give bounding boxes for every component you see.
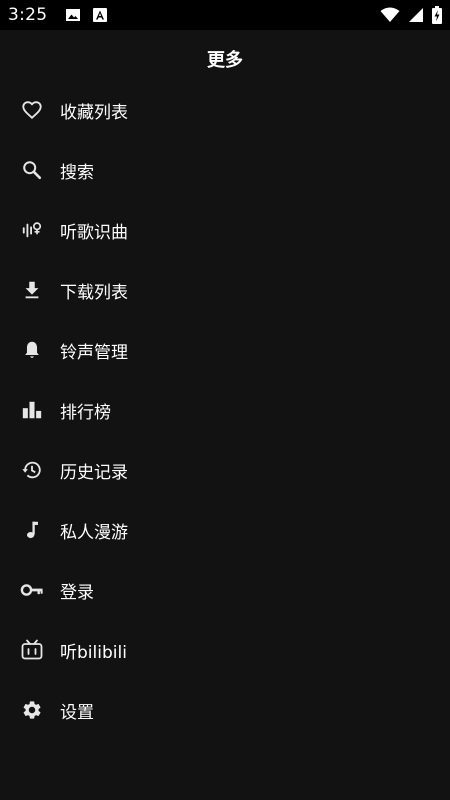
- battery-charging-icon: [432, 6, 442, 24]
- menu-item-favorites[interactable]: 收藏列表: [0, 80, 450, 140]
- status-left-icons: [65, 7, 108, 23]
- music-note-icon: [20, 518, 44, 542]
- menu-item-label: 历史记录: [60, 462, 128, 483]
- search-icon: [20, 158, 44, 182]
- menu-item-label: 听歌识曲: [60, 222, 128, 243]
- gear-icon: [20, 698, 44, 722]
- menu-item-label: 收藏列表: [60, 102, 128, 123]
- status-time: 3:25: [8, 5, 48, 25]
- menu-item-label: 下载列表: [60, 282, 128, 303]
- menu-item-search[interactable]: 搜索: [0, 140, 450, 200]
- a-badge-icon: [93, 8, 108, 22]
- signal-icon: [408, 7, 424, 23]
- menu-item-music-recognition[interactable]: 听歌识曲: [0, 200, 450, 260]
- menu-item-ringtones[interactable]: 铃声管理: [0, 320, 450, 380]
- more-menu: 收藏列表 搜索 听歌识曲 下载列表 铃声管理 排行榜 历史记录 私人漫游 登录 …: [0, 80, 450, 740]
- wifi-icon: [380, 7, 400, 23]
- menu-item-settings[interactable]: 设置: [0, 680, 450, 740]
- image-icon: [65, 7, 81, 23]
- status-right-icons: [380, 6, 442, 24]
- bilibili-tv-icon: [20, 638, 44, 662]
- download-icon: [20, 278, 44, 302]
- key-icon: [20, 578, 44, 602]
- menu-item-downloads[interactable]: 下载列表: [0, 260, 450, 320]
- menu-item-history[interactable]: 历史记录: [0, 440, 450, 500]
- menu-item-bilibili[interactable]: 听bilibili: [0, 620, 450, 680]
- menu-item-label: 搜索: [60, 162, 94, 183]
- menu-item-label: 排行榜: [60, 402, 111, 423]
- menu-item-label: 登录: [60, 582, 94, 603]
- menu-item-label: 铃声管理: [60, 342, 128, 363]
- history-icon: [20, 458, 44, 482]
- bell-icon: [20, 338, 44, 362]
- more-page: 更多 收藏列表 搜索 听歌识曲 下载列表 铃声管理 排行榜 历史记录 私人漫游 …: [0, 30, 450, 800]
- menu-item-label: 私人漫游: [60, 522, 128, 543]
- status-bar: 3:25: [0, 0, 450, 30]
- menu-item-label: 设置: [60, 702, 94, 723]
- heart-icon: [20, 98, 44, 122]
- page-title: 更多: [207, 50, 243, 71]
- menu-item-charts[interactable]: 排行榜: [0, 380, 450, 440]
- menu-item-private-roaming[interactable]: 私人漫游: [0, 500, 450, 560]
- music-recognition-icon: [20, 218, 44, 242]
- bar-chart-icon: [20, 398, 44, 422]
- menu-item-label: 听bilibili: [60, 642, 127, 663]
- menu-item-login[interactable]: 登录: [0, 560, 450, 620]
